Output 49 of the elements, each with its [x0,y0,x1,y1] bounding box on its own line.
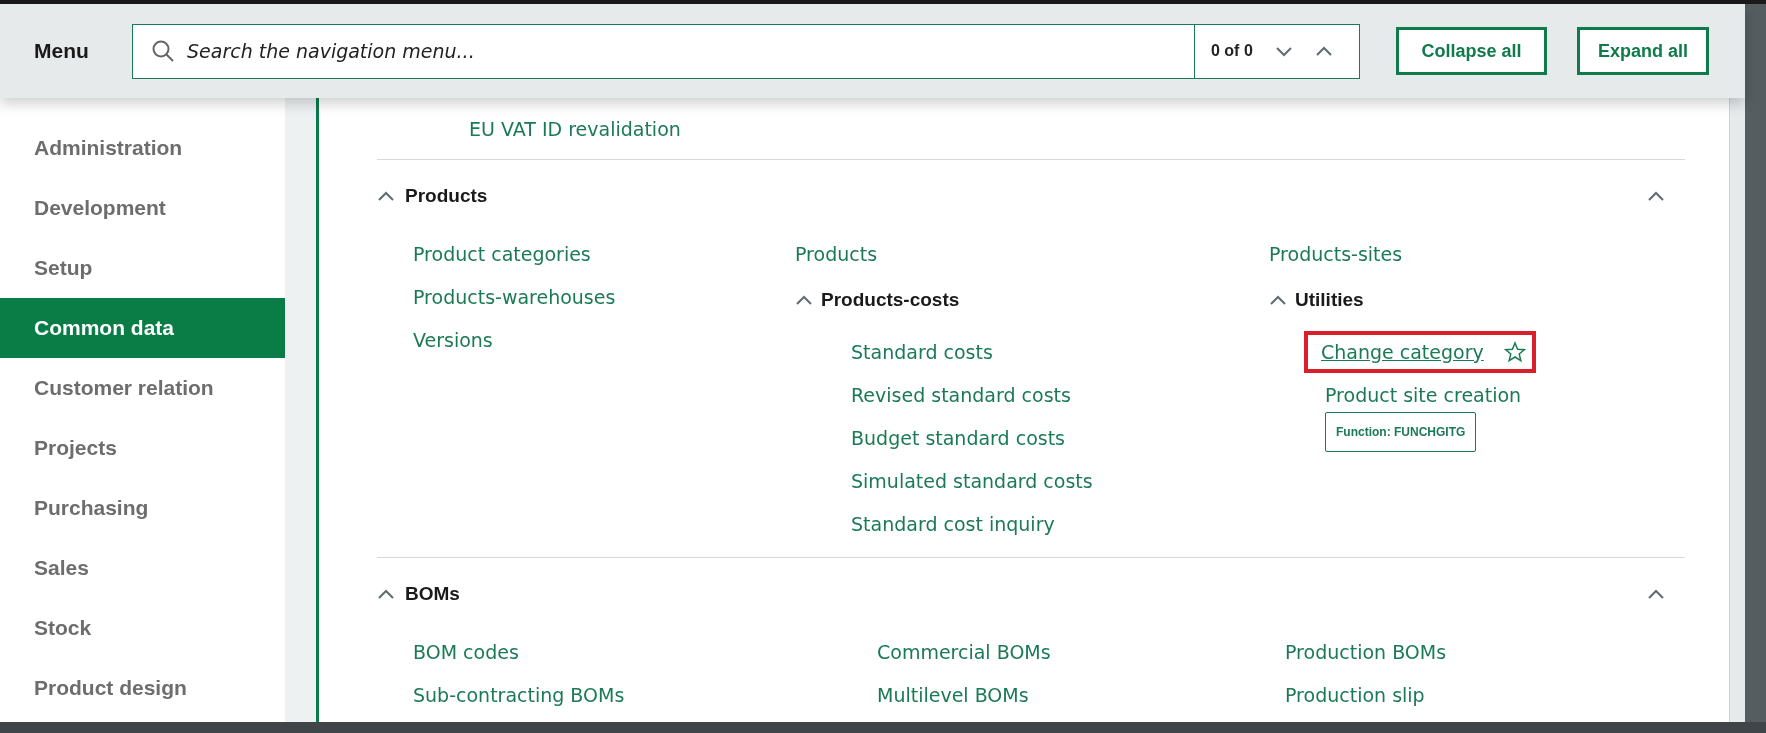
sidebar-item[interactable]: Common data [0,298,285,358]
sidebar-item[interactable]: Customer relation [0,358,285,418]
menu-link[interactable]: Change category [1321,340,1484,363]
menu-link[interactable]: Products [795,242,878,265]
section-heading: BOMs [405,583,460,605]
match-counter: 0 of 0 [1211,42,1253,60]
menu-link[interactable]: Commercial BOMs [877,640,1051,663]
search-bar[interactable]: Search the navigation menu... 0 of 0 [132,23,1360,79]
chevron-up-icon[interactable] [1314,44,1333,58]
menu-link[interactable]: Standard cost inquiry [851,512,1055,535]
expand-all-button[interactable]: Expand all [1577,27,1710,75]
group-heading: Utilities [1295,288,1364,311]
menu-link[interactable]: Standard costs [851,340,993,363]
menu-link[interactable]: Production slip [1285,683,1425,706]
search-field[interactable]: Search the navigation menu... [185,39,1194,63]
menu-link[interactable]: Revised standard costs [851,383,1071,406]
sidebar-item[interactable]: Stock [0,598,285,658]
menu-link[interactable]: Products-warehouses [413,285,616,308]
chevron-up-icon[interactable] [377,587,395,601]
sidebar-item[interactable]: Purchasing [0,478,285,538]
section-heading: Products [405,185,488,207]
sidebar-item[interactable]: Setup [0,238,285,298]
menu-link[interactable]: Product categories [413,242,591,265]
star-icon[interactable] [1503,340,1526,363]
sidebar-item[interactable]: Projects [0,418,285,478]
scrollbar[interactable] [1729,98,1745,722]
menu-link[interactable]: Simulated standard costs [851,469,1093,492]
menu-link[interactable]: Multilevel BOMs [877,683,1029,706]
collapse-all-button[interactable]: Collapse all [1396,27,1547,75]
chevron-up-icon[interactable] [377,189,395,203]
sidebar-item[interactable]: Administration [0,118,285,178]
search-icon [151,39,175,63]
chevron-up-icon[interactable] [1647,587,1665,601]
group-heading: Products-costs [821,288,960,311]
menu-link[interactable]: Production BOMs [1285,640,1447,663]
menu-link[interactable]: Budget standard costs [851,426,1065,449]
menu-link[interactable]: EU VAT ID revalidation [469,117,681,140]
sidebar-item[interactable]: Product design [0,658,285,718]
menu-title: Menu [34,39,90,63]
chevron-down-icon[interactable] [1274,44,1293,58]
sidebar-item[interactable]: Development [0,178,285,238]
menu-link[interactable]: BOM codes [413,640,519,663]
menu-link[interactable]: Product site creation [1325,383,1522,406]
sidebar-item[interactable]: Sales [0,538,285,598]
tooltip: Function: FUNCHGITG [1325,412,1477,452]
menu-link[interactable]: Versions [413,328,493,351]
chevron-up-icon[interactable] [1647,189,1665,203]
menu-link[interactable]: Sub-contracting BOMs [413,683,625,706]
menu-link[interactable]: Products-sites [1269,242,1403,265]
